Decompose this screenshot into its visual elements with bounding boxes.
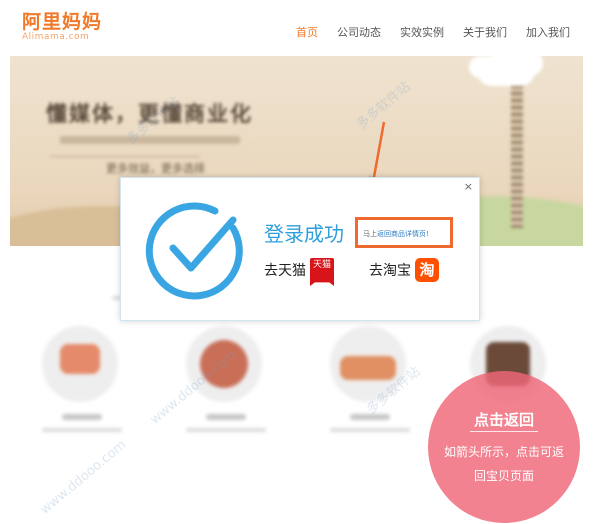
login-success-title: 登录成功 bbox=[264, 222, 344, 246]
link-prefix: 马上 bbox=[363, 230, 377, 238]
close-icon[interactable]: × bbox=[464, 180, 473, 194]
check-circle-icon bbox=[145, 202, 243, 300]
tmall-logo-icon: 天猫 bbox=[310, 258, 334, 286]
nav-item-company-news[interactable]: 公司动态 bbox=[337, 26, 381, 40]
go-tmall-button[interactable]: 去天猫 天猫 bbox=[264, 258, 334, 286]
annotation-line-2: 回宝贝页面 bbox=[473, 469, 534, 483]
alimama-logo[interactable]: 阿里妈妈 Alimama.com bbox=[22, 12, 102, 43]
feature-circle bbox=[42, 326, 118, 402]
annotation-title: 点击返回 bbox=[473, 411, 534, 429]
go-taobao-label: 去淘宝 bbox=[369, 263, 411, 279]
site-header: 阿里妈妈 Alimama.com 首页 公司动态 实效实例 关于我们 加入我们 bbox=[0, 0, 600, 56]
annotation-callout: 点击返回 如箭头所示，点击可返 回宝贝页面 bbox=[428, 371, 580, 523]
logo-text-cn: 阿里妈妈 bbox=[22, 11, 103, 33]
nav-item-join[interactable]: 加入我们 bbox=[526, 26, 570, 40]
link-label: 返回商品详情页! bbox=[377, 230, 429, 238]
nav-item-about[interactable]: 关于我们 bbox=[463, 26, 507, 40]
taobao-logo-icon: 淘 bbox=[415, 258, 439, 282]
go-tmall-label: 去天猫 bbox=[264, 263, 306, 279]
nav-item-cases[interactable]: 实效实例 bbox=[400, 26, 444, 40]
logo-text-en: Alimama.com bbox=[22, 32, 90, 42]
banner-slogan: 更多效益，更多选择 bbox=[106, 162, 205, 175]
annotation-divider bbox=[470, 431, 538, 432]
return-link-highlight: 马上返回商品详情页! bbox=[355, 217, 453, 248]
nav-item-home[interactable]: 首页 bbox=[296, 26, 318, 40]
login-success-dialog: × 登录成功 马上返回商品详情页! 去天猫 天猫 去淘宝 淘 bbox=[120, 177, 480, 321]
go-taobao-button[interactable]: 去淘宝 淘 bbox=[369, 258, 439, 282]
annotation-line-1: 如箭头所示，点击可返 bbox=[443, 445, 564, 459]
main-nav: 首页 公司动态 实效实例 关于我们 加入我们 bbox=[277, 26, 570, 40]
tmall-badge-text: 天猫 bbox=[312, 260, 331, 270]
return-to-item-link[interactable]: 马上返回商品详情页! bbox=[363, 229, 429, 239]
